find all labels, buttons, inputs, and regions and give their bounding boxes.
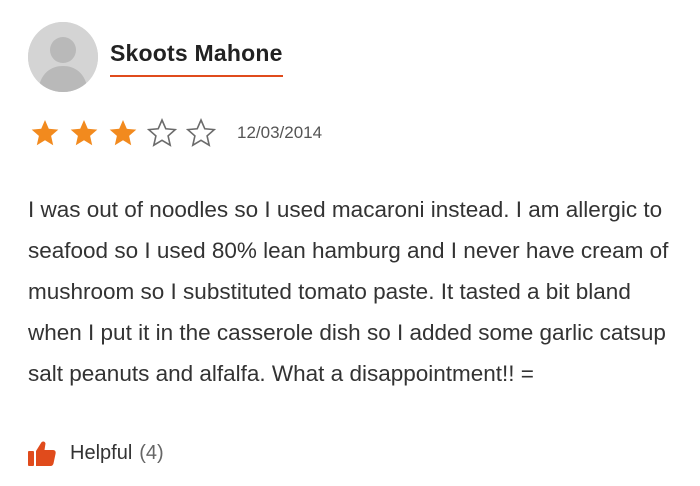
review-date: 12/03/2014 <box>237 123 323 142</box>
star-rating <box>30 118 225 148</box>
star-filled-icon <box>109 120 137 146</box>
avatar[interactable] <box>28 22 98 92</box>
user-avatar-icon <box>28 22 98 92</box>
author-name-link[interactable]: Skoots Mahone <box>110 40 283 77</box>
star-filled-icon <box>70 120 98 146</box>
helpful-button[interactable]: Helpful (4) <box>28 440 164 466</box>
star-filled-icon <box>31 120 59 146</box>
helpful-count: (4) <box>139 441 164 464</box>
review-card: Skoots Mahone 12/03/2014 I was out of no… <box>0 0 700 486</box>
star-outline-icon <box>186 118 216 147</box>
review-text: I was out of noodles so I used macaroni … <box>28 197 669 386</box>
thumbs-up-icon <box>28 441 56 466</box>
star-outline-icon <box>147 118 177 147</box>
helpful-label: Helpful <box>70 441 133 464</box>
rating-row: 12/03/2014 <box>30 118 322 148</box>
